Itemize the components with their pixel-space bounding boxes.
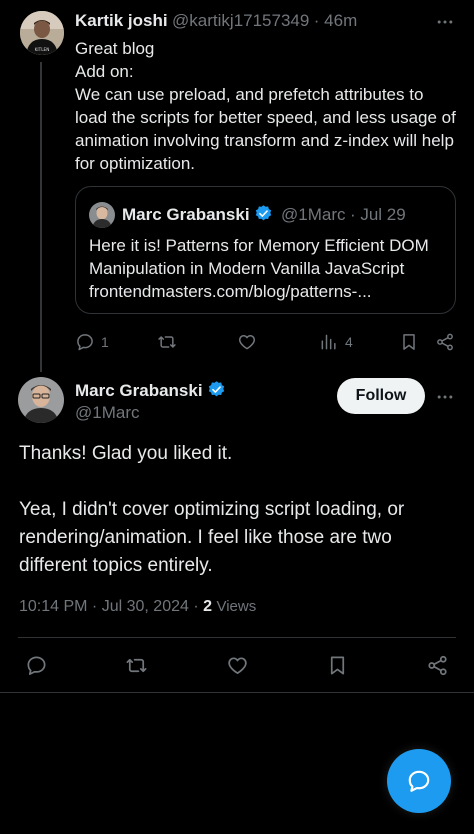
like-button[interactable] [237,332,257,352]
verified-badge-icon [207,380,226,404]
reply-icon [77,334,93,351]
repost-button[interactable] [125,654,148,682]
more-icon[interactable] [435,387,455,412]
author-name[interactable]: Marc Grabanski [75,381,203,400]
views-count: 2 [203,598,213,615]
verified-badge-icon [254,204,273,228]
main-post-text: Thanks! Glad you liked it. Yea, I didn't… [19,443,405,576]
quoted-author-name: Marc Grabanski [122,205,250,224]
views-count: 4 [345,334,353,350]
bookmark-button[interactable] [326,654,349,682]
compose-reply-button[interactable] [387,749,451,813]
bookmark-button[interactable] [399,332,419,352]
author-handle[interactable]: @kartikj17157349 [172,11,309,30]
share-icon [437,333,453,351]
bookmark-icon [330,656,345,675]
author-name[interactable]: Kartik joshi [75,11,168,30]
post-timestamp[interactable]: 10:14 PM · Jul 30, 2024 · [19,598,199,615]
avatar-badge-text: KITLEN [35,47,50,52]
follow-button[interactable]: Follow [337,378,425,414]
views-button[interactable]: 4 [319,332,353,352]
quoted-post-time: · Jul 29 [349,205,406,224]
avatar[interactable] [18,377,64,423]
main-post-author-name-row: Marc Grabanski [75,380,226,404]
reply-button[interactable]: 1 [75,332,109,352]
views-label: Views [216,598,257,615]
avatar-image: KITLEN [20,11,64,55]
quoted-avatar [89,202,115,228]
share-button[interactable] [435,332,455,352]
reply-icon [27,656,46,675]
repost-button[interactable] [157,332,177,352]
share-button[interactable] [426,654,449,682]
more-icon[interactable] [435,12,455,37]
divider [18,637,456,638]
bookmark-icon [403,334,415,350]
repost-icon [126,658,147,673]
author-handle[interactable]: @1Marc [75,403,140,423]
reply-action-bar: 1 4 [75,331,455,353]
post-time[interactable]: · 46m [314,11,357,30]
compose-reply-icon [408,770,430,792]
post-meta: 10:14 PM · Jul 30, 2024 · 2 Views [19,598,256,616]
thread-connector-line [40,62,42,372]
divider [0,692,474,693]
reply-text: Great blog Add on: We can use preload, a… [75,39,456,173]
reply-count: 1 [101,334,109,350]
reply-button[interactable] [25,654,48,682]
share-icon [428,655,447,676]
quoted-author-handle: @1Marc [281,205,346,224]
quoted-header: Marc Grabanski @1Marc · Jul 29 [122,204,406,228]
like-button[interactable] [226,654,249,682]
avatar[interactable]: KITLEN [20,11,64,55]
reply-header: Kartik joshi @kartikj17157349 · 46m [75,11,357,31]
quoted-text: Here it is! Patterns for Memory Efficien… [89,236,429,301]
avatar-image [18,377,64,423]
views-icon [321,334,336,350]
like-icon [228,657,247,675]
repost-icon [158,336,176,348]
quoted-post-card[interactable]: Marc Grabanski @1Marc · Jul 29 Here it i… [75,186,456,314]
like-icon [238,335,256,350]
